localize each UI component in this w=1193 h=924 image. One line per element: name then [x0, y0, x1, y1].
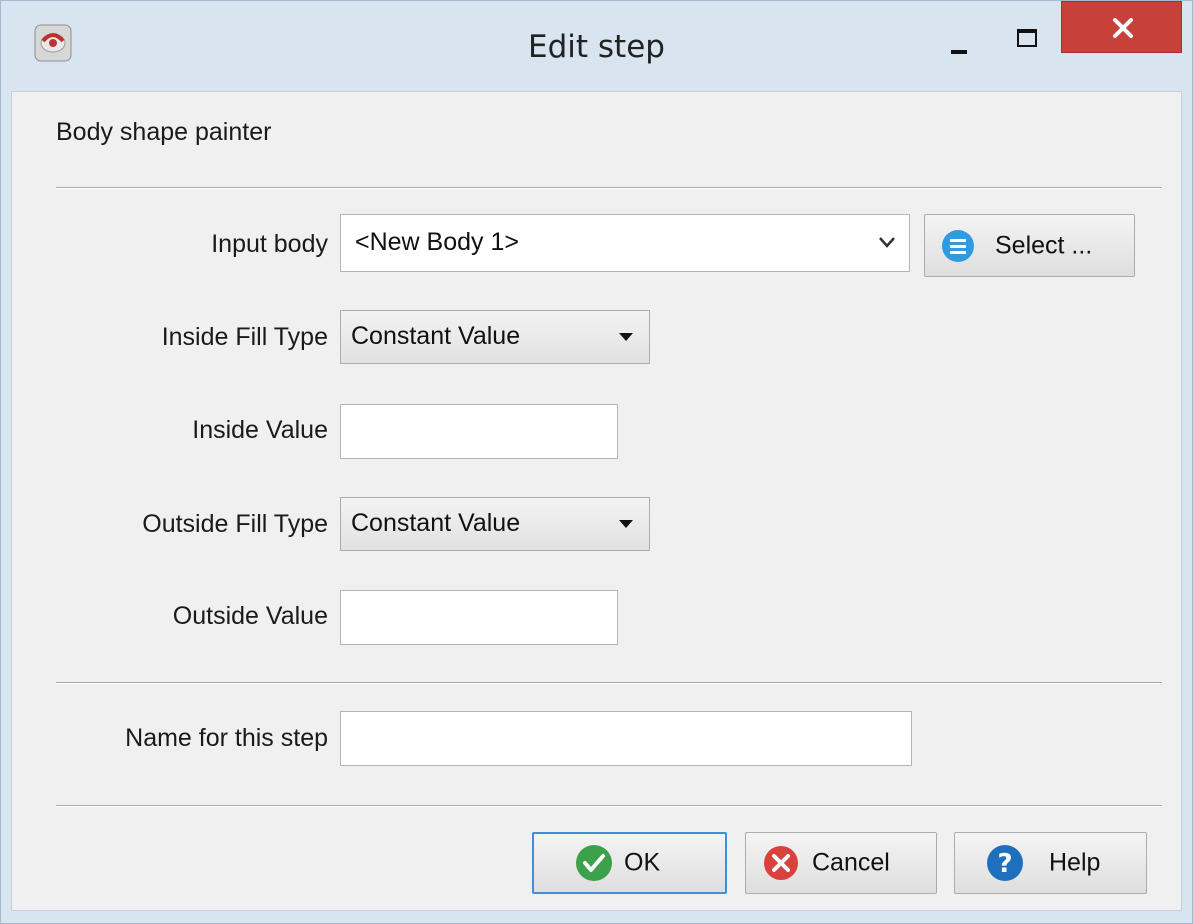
check-circle-icon [576, 845, 612, 881]
input-body-label: Input body [211, 230, 328, 258]
dropdown-arrow-icon [619, 333, 633, 341]
inside-fill-type-value: Constant Value [351, 322, 521, 350]
outside-value-label: Outside Value [172, 602, 328, 630]
step-name-label: Name for this step [125, 724, 328, 752]
maximize-icon[interactable] [1005, 23, 1045, 57]
separator [56, 682, 1162, 684]
close-icon [1113, 18, 1133, 38]
cancel-button[interactable]: Cancel [745, 832, 937, 894]
close-button[interactable] [1061, 1, 1182, 53]
outside-fill-type-select[interactable]: Constant Value [340, 497, 650, 551]
title-bar[interactable]: Edit step [1, 1, 1192, 91]
select-button-label: Select ... [995, 231, 1093, 259]
dialog-heading: Body shape painter [56, 118, 272, 146]
separator [56, 805, 1162, 807]
step-name-input[interactable] [340, 711, 912, 766]
outside-fill-type-label: Outside Fill Type [142, 510, 328, 538]
ok-button[interactable]: OK [532, 832, 727, 894]
minimize-icon[interactable] [939, 37, 979, 67]
help-button[interactable]: ? Help [954, 832, 1147, 894]
ok-button-label: OK [624, 848, 661, 877]
inside-fill-type-label: Inside Fill Type [161, 323, 328, 351]
inside-fill-type-select[interactable]: Constant Value [340, 310, 650, 364]
select-button[interactable]: Select ... [924, 214, 1135, 277]
svg-text:?: ? [997, 849, 1012, 879]
input-body-value: <New Body 1> [355, 228, 519, 256]
question-circle-icon: ? [987, 845, 1023, 881]
inside-value-input[interactable] [340, 404, 618, 459]
inside-value-label: Inside Value [192, 416, 328, 444]
chevron-down-icon[interactable] [877, 232, 897, 252]
separator [56, 187, 1162, 189]
outside-value-input[interactable] [340, 590, 618, 645]
cancel-button-label: Cancel [812, 848, 890, 877]
outside-fill-type-value: Constant Value [351, 509, 521, 537]
dialog-content: Body shape painter Input body <New Body … [11, 91, 1182, 911]
dropdown-arrow-icon [619, 520, 633, 528]
help-button-label: Help [1049, 848, 1101, 877]
list-icon [942, 229, 974, 262]
dialog-window: Edit step Body shape painter Input body … [0, 0, 1193, 924]
x-circle-icon [764, 846, 798, 880]
input-body-combo[interactable]: <New Body 1> [340, 214, 910, 272]
